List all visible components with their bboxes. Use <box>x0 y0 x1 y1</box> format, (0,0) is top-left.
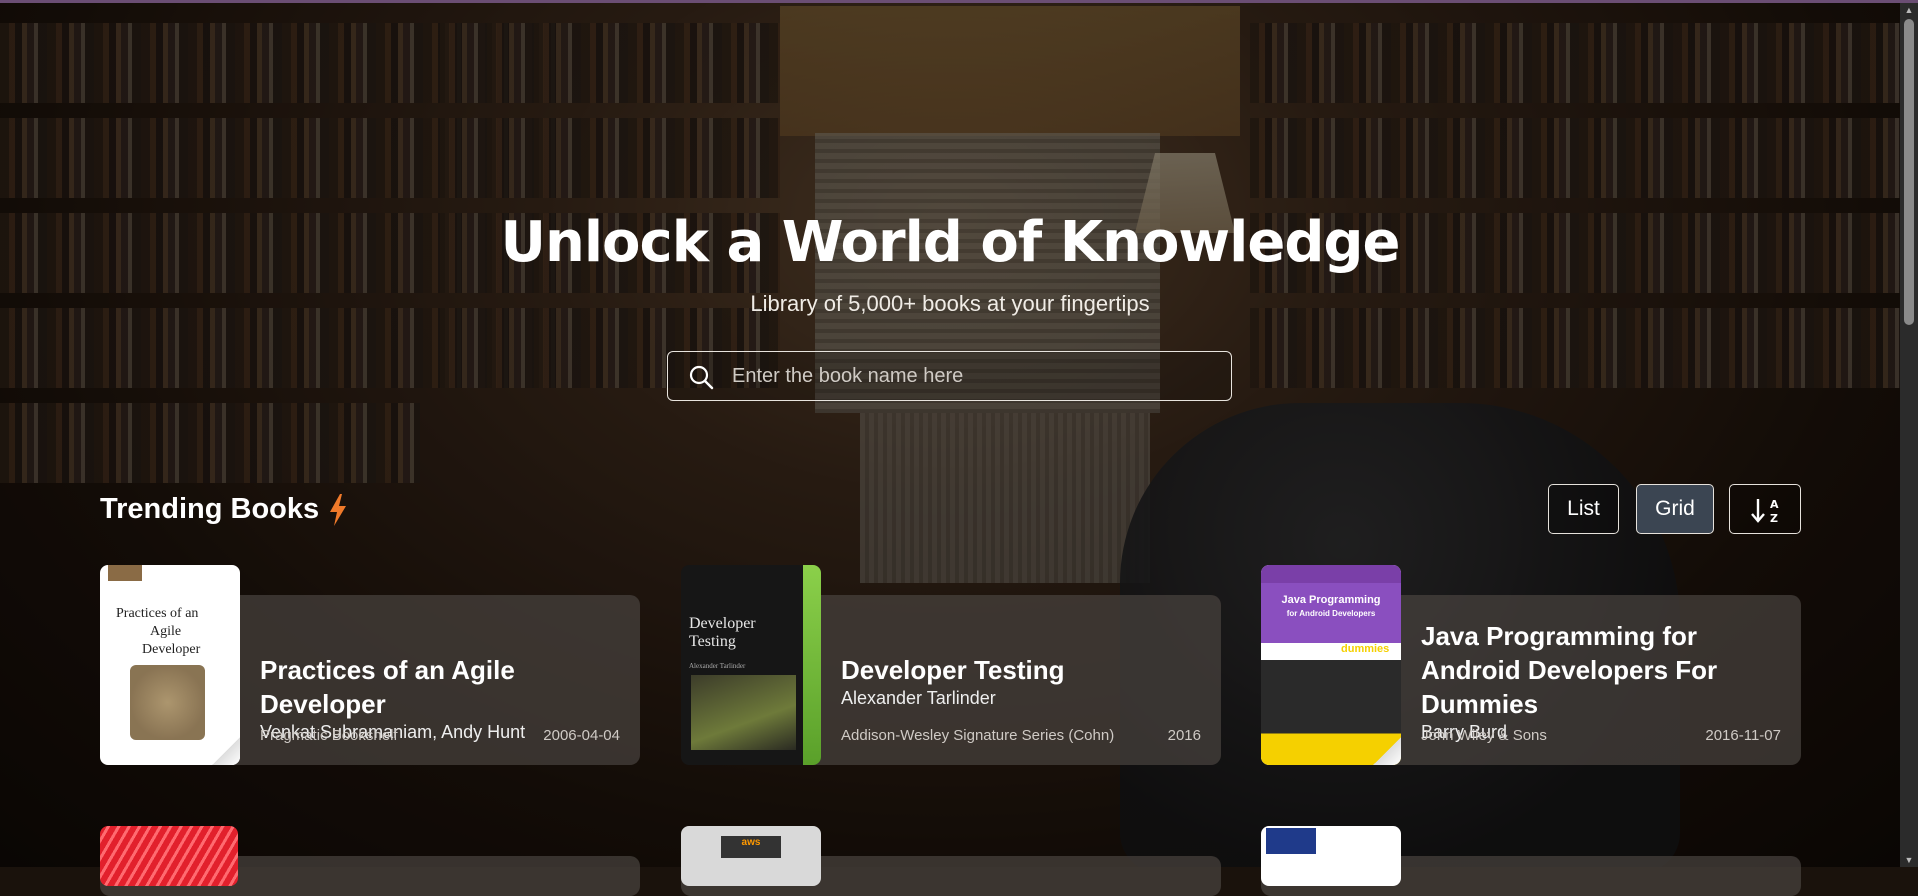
svg-text:A: A <box>1770 498 1779 511</box>
cover-title-line: for Android Developers <box>1286 609 1376 618</box>
cover-illustration <box>130 665 205 740</box>
book-title[interactable]: Developer Testing <box>841 653 1201 687</box>
cover-brand: aws <box>721 836 781 858</box>
cover-top-band <box>1261 565 1401 583</box>
book-cover[interactable]: Practices of an Agile Developer <box>100 565 240 765</box>
section-title: Trending Books <box>100 493 320 525</box>
hero-subtitle: Library of 5,000+ books at your fingerti… <box>750 291 1150 316</box>
book-card[interactable]: Developer Testing Alexander Tarlinder De… <box>681 565 1221 765</box>
book-card[interactable]: Practices of an Agile Developer Practice… <box>100 565 640 765</box>
svg-text:Z: Z <box>1770 512 1778 524</box>
book-publisher: Addison-Wesley Signature Series (Cohn) <box>841 727 1115 744</box>
hero-title: Unlock a World of Knowledge <box>500 210 1401 275</box>
lightning-bolt-icon <box>330 494 346 526</box>
page-curl <box>212 737 240 765</box>
cover-author-line: Alexander Tarlinder <box>689 662 746 670</box>
sort-a-z-icon: A Z <box>1751 498 1779 524</box>
search-icon <box>689 365 714 390</box>
book-card[interactable] <box>1261 826 1801 896</box>
scroll-thumb[interactable] <box>1904 19 1914 325</box>
book-cover[interactable]: aws <box>681 826 821 886</box>
cover-illustration <box>691 675 796 750</box>
cover-title-line: Practices of an <box>116 606 199 621</box>
cover-tab <box>108 565 142 581</box>
cover-title-line: Developer <box>142 642 201 657</box>
page-curl <box>1373 737 1401 765</box>
book-date: 2016 <box>1167 727 1201 744</box>
search-bar[interactable] <box>667 351 1232 401</box>
book-publisher: John Wiley & Sons <box>1421 727 1547 744</box>
book-date: 2006-04-04 <box>543 727 620 744</box>
book-title[interactable]: Java Programming for Android Developers … <box>1421 619 1781 721</box>
book-title[interactable]: Practices of an Agile Developer <box>260 653 620 721</box>
book-cover[interactable]: Java Programming for Android Developers … <box>1261 565 1401 765</box>
cover-title-line: Java Programming <box>1281 594 1381 606</box>
list-view-button[interactable]: List <box>1548 484 1619 534</box>
grid-view-button[interactable]: Grid <box>1636 484 1714 534</box>
cover-title-line: Developer <box>689 615 756 632</box>
cover-spine <box>803 565 821 765</box>
book-date: 2016-11-07 <box>1705 727 1781 744</box>
page-scrollbar[interactable]: ▲ ▼ <box>1900 3 1918 867</box>
book-authors: Alexander Tarlinder <box>841 688 996 708</box>
book-card[interactable]: aws <box>681 826 1221 896</box>
book-card[interactable] <box>100 826 640 896</box>
cover-title-line: Testing <box>689 633 736 650</box>
book-card[interactable]: Java Programming for Android Developers … <box>1261 565 1801 765</box>
book-publisher: Pragmatic Bookshelf <box>260 727 398 744</box>
book-cover[interactable] <box>1261 826 1401 886</box>
book-cover[interactable]: Developer Testing Alexander Tarlinder <box>681 565 821 765</box>
cover-brand: dummies <box>1341 643 1390 655</box>
scroll-up-arrow-icon[interactable]: ▲ <box>1900 3 1918 17</box>
cover-top-block <box>1266 828 1316 854</box>
book-cover[interactable] <box>100 826 238 886</box>
cover-title-line: Agile <box>150 624 182 639</box>
sort-alpha-button[interactable]: A Z <box>1729 484 1801 534</box>
scroll-down-arrow-icon[interactable]: ▼ <box>1900 853 1918 867</box>
search-input[interactable] <box>730 352 1214 401</box>
